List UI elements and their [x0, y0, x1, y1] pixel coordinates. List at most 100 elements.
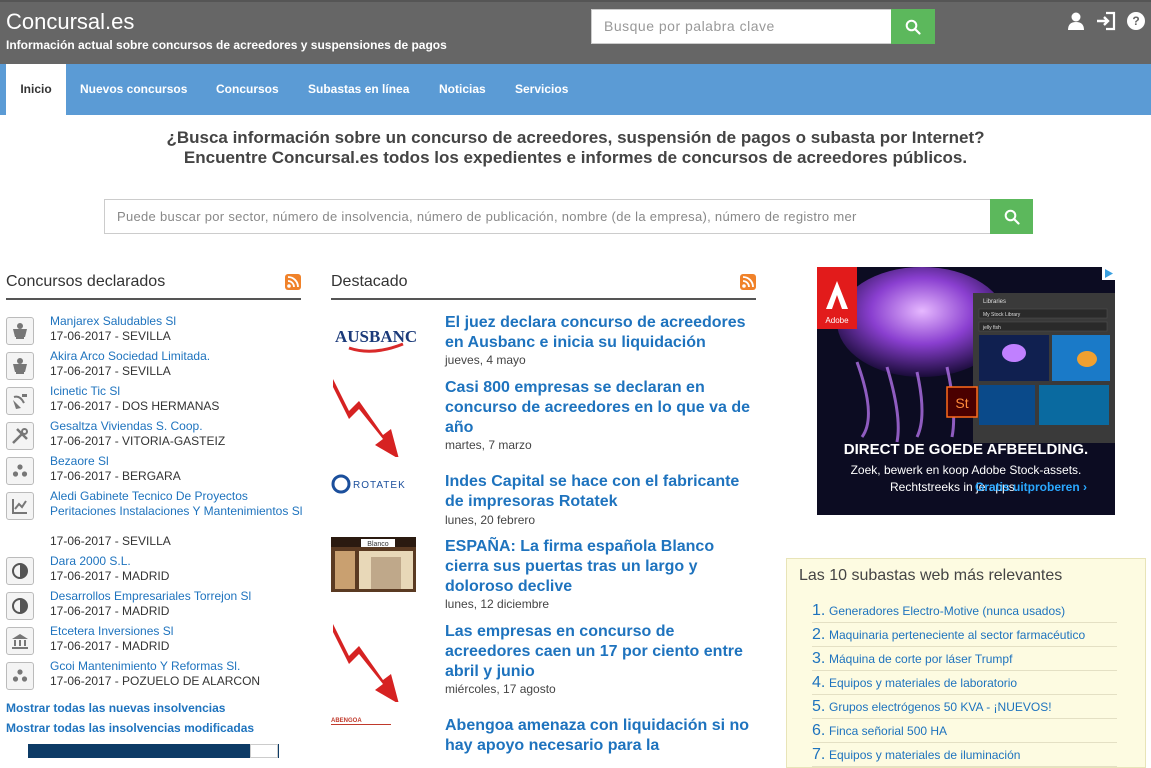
news-title[interactable]: Las empresas en concurso de acreedores c…: [445, 622, 760, 682]
food-icon: [6, 317, 34, 345]
subasta-label: Máquina de corte por láser Trumpf: [829, 652, 1013, 666]
news-title[interactable]: Casi 800 empresas se declaran en concurs…: [445, 378, 760, 438]
user-icon[interactable]: [1065, 10, 1087, 32]
nav-item-subastas[interactable]: Subastas en línea: [308, 64, 409, 115]
adobe-label: Adobe: [825, 316, 849, 325]
subasta-item[interactable]: 6. Finca señorial 500 HA: [812, 719, 1117, 743]
red-arrow-down-image[interactable]: [331, 622, 416, 704]
concurso-name[interactable]: Gcoi Mantenimiento Y Reformas Sl.: [50, 659, 306, 674]
main-search-input[interactable]: Puede buscar por sector, número de insol…: [104, 199, 991, 234]
subasta-label: Maquinaria perteneciente al sector farma…: [829, 628, 1086, 642]
concurso-meta: 17-06-2017 - MADRID: [50, 639, 170, 653]
concurso-meta: 17-06-2017 - SEVILLA: [50, 364, 171, 378]
keyword-search-input[interactable]: Busque por palabra clave: [591, 9, 892, 44]
news-date: lunes, 12 diciembre: [445, 597, 550, 611]
subasta-item[interactable]: 2. Maquinaria perteneciente al sector far…: [812, 623, 1117, 647]
main-search-button[interactable]: [990, 199, 1033, 234]
rss-icon[interactable]: [285, 274, 301, 290]
link-modified-insolvencies[interactable]: Mostrar todas las insolvencias modificad…: [6, 721, 254, 735]
subasta-label: Generadores Electro-Motive (nunca usados…: [829, 604, 1066, 618]
concurso-name[interactable]: Aledi Gabinete Tecnico De Proyectos Peri…: [50, 489, 306, 519]
news-date: jueves, 4 mayo: [445, 353, 526, 367]
svg-text:ROTATEK: ROTATEK: [353, 480, 406, 491]
subasta-item[interactable]: 3. Máquina de corte por láser Trumpf: [812, 647, 1117, 671]
red-arrow-down-image[interactable]: [331, 377, 416, 459]
adchoices-icon[interactable]: [1102, 267, 1115, 280]
subasta-label: Equipos y materiales de iluminación: [829, 748, 1021, 762]
divider: [331, 298, 756, 300]
concurso-name[interactable]: Bezaore Sl: [50, 454, 306, 469]
ausbanc-logo[interactable]: AUSBANC: [331, 322, 417, 358]
news-title[interactable]: Abengoa amenaza con liquidación si no ha…: [445, 716, 760, 756]
subasta-rank: 4.: [812, 674, 826, 691]
concurso-meta: 17-06-2017 - VITORIA-GASTEIZ: [50, 434, 226, 448]
concurso-meta: 17-06-2017 - DOS HERMANAS: [50, 399, 220, 413]
dots-icon: [6, 662, 34, 690]
svg-text:AUSBANC: AUSBANC: [335, 327, 416, 346]
subasta-label: Equipos y materiales de laboratorio: [829, 676, 1018, 690]
subasta-rank: 5.: [812, 698, 826, 715]
ad-cta: Gratis uitproberen ›: [975, 480, 1087, 494]
hero-text: ¿Busca información sobre un concurso de …: [0, 128, 1151, 168]
tools-icon: [6, 422, 34, 450]
keyword-search-button[interactable]: [891, 9, 935, 44]
link-new-insolvencies[interactable]: Mostrar todas las nuevas insolvencias: [6, 701, 225, 715]
nav-item-noticias[interactable]: Noticias: [439, 64, 486, 115]
subasta-item[interactable]: 4. Equipos y materiales de laboratorio: [812, 671, 1117, 695]
concurso-name[interactable]: Icinetic Tic Sl: [50, 384, 306, 399]
chart-icon: [6, 492, 34, 520]
adobe-stock-ad[interactable]: Adobe Libraries My Stock Library jelly f…: [817, 267, 1115, 515]
concurso-name[interactable]: Etcetera Inversiones Sl: [50, 624, 306, 639]
dots-icon: [6, 457, 34, 485]
concurso-name[interactable]: Desarrollos Empresariales Torrejon Sl: [50, 589, 306, 604]
svg-text:Zoek, bewerk en koop Adobe Sto: Zoek, bewerk en koop Adobe Stock-assets.: [851, 463, 1082, 477]
concurso-name[interactable]: Akira Arco Sociedad Limitada.: [50, 349, 306, 364]
news-title[interactable]: El juez declara concurso de acreedores e…: [445, 313, 760, 353]
blanco-store-image[interactable]: Blanco: [331, 537, 416, 592]
concurso-meta: 17-06-2017 - MADRID: [50, 604, 170, 618]
concurso-name[interactable]: Gesaltza Viviendas S. Coop.: [50, 419, 306, 434]
subasta-rank: 6.: [812, 722, 826, 739]
svg-text:Libraries: Libraries: [983, 299, 1006, 305]
nav-item-servicios[interactable]: Servicios: [515, 64, 568, 115]
svg-text:My Stock Library: My Stock Library: [983, 312, 1021, 318]
rss-icon[interactable]: [740, 274, 756, 290]
login-icon[interactable]: [1095, 10, 1117, 32]
nav-item-inicio[interactable]: Inicio: [6, 64, 66, 115]
satellite-icon: [6, 387, 34, 415]
banner-ad[interactable]: [28, 744, 279, 758]
concurso-meta: 17-06-2017 - MADRID: [50, 569, 170, 583]
bank-icon: [6, 627, 34, 655]
subasta-rank: 3.: [812, 650, 826, 667]
concurso-meta: 17-06-2017 - BERGARA: [50, 469, 181, 483]
site-header: Concursal.es Información actual sobre co…: [0, 0, 1151, 64]
concurso-meta: 17-06-2017 - POZUELO DE ALARCON: [50, 674, 261, 688]
svg-text:Blanco: Blanco: [367, 541, 389, 548]
rotatek-logo[interactable]: ROTATEK: [331, 473, 416, 495]
concurso-name[interactable]: Dara 2000 S.L.: [50, 554, 306, 569]
news-title[interactable]: Indes Capital se hace con el fabricante …: [445, 472, 760, 512]
svg-text:?: ?: [1132, 14, 1139, 28]
subasta-item[interactable]: 1. Generadores Electro-Motive (nunca usad…: [812, 599, 1117, 623]
adchoices-icon[interactable]: [250, 744, 278, 758]
subasta-rank: 2.: [812, 626, 826, 643]
destacado-heading: Destacado: [331, 273, 408, 290]
abengoa-logo[interactable]: ABENGOA: [331, 713, 416, 725]
site-title[interactable]: Concursal.es: [6, 9, 134, 35]
svg-text:ABENGOA: ABENGOA: [331, 718, 362, 724]
news-date: martes, 7 marzo: [445, 438, 532, 452]
subasta-item[interactable]: 5. Grupos electrógenos 50 KVA - ¡NUEVOS!: [812, 695, 1117, 719]
nav-item-nuevos-concursos[interactable]: Nuevos concursos: [80, 64, 187, 115]
news-date: lunes, 20 febrero: [445, 513, 536, 527]
subasta-item[interactable]: 7. Equipos y materiales de iluminación: [812, 743, 1117, 767]
news-title[interactable]: ESPAÑA: La firma española Blanco cierra …: [445, 537, 760, 597]
help-icon[interactable]: ?: [1125, 10, 1147, 32]
nav-item-concursos[interactable]: Concursos: [216, 64, 279, 115]
hero-line-2: Encuentre Concursal.es todos los expedie…: [183, 148, 968, 167]
search-icon: [1004, 209, 1020, 225]
pie-icon: [6, 592, 34, 620]
svg-text:St: St: [955, 395, 968, 411]
concurso-name[interactable]: Manjarex Saludables Sl: [50, 314, 306, 329]
search-icon: [905, 19, 921, 35]
subastas-heading: Las 10 subastas web más relevantes: [799, 567, 1063, 584]
